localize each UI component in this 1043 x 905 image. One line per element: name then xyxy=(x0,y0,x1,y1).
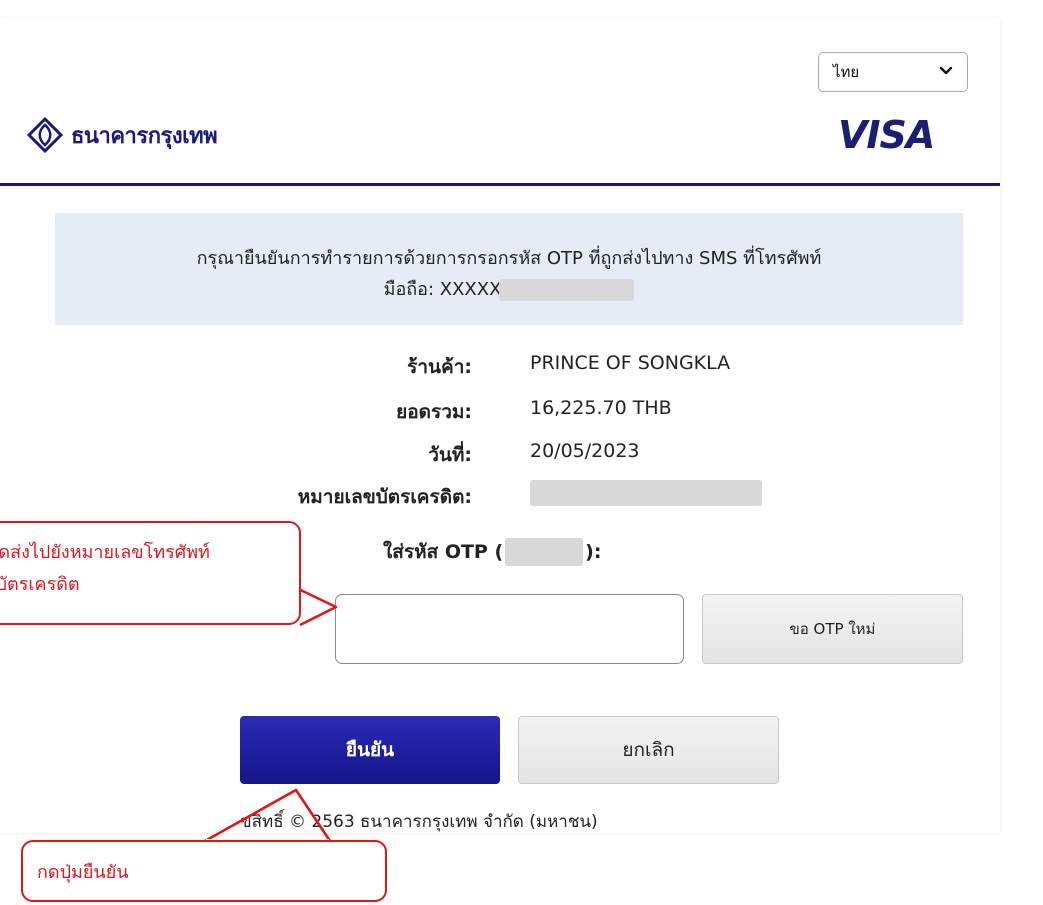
masked-phone-number: มือถือ: XXXXX xyxy=(383,279,502,300)
confirm-button[interactable]: ยืนยัน xyxy=(240,716,500,784)
detail-label: วันที่: xyxy=(428,444,472,466)
copyright-footer: ขสิทธิ์ © 2563 ธนาคารกรุงเทพ จำกัด (มหาช… xyxy=(240,812,598,832)
annotation-confirm-callout: กดปุ่มยืนยัน xyxy=(21,840,387,902)
redacted-phone-digits xyxy=(499,279,635,301)
notice-line-1: กรุณายืนยันการทำรายการด้วยการกรอกรหัส OT… xyxy=(196,248,822,269)
request-new-otp-button[interactable]: ขอ OTP ใหม่ xyxy=(702,594,963,664)
detail-value: 16,225.70 THB xyxy=(530,397,672,419)
annotation-otp-line-1: ที่จัดส่งไปยังหมายเลขโทรศัพท์ xyxy=(0,542,210,563)
language-select-value: ไทย xyxy=(833,63,860,81)
annotation-otp-line-2: องบัตรเครดิต xyxy=(0,574,80,595)
detail-label: ร้านค้า: xyxy=(407,356,472,378)
cancel-button[interactable]: ยกเลิก xyxy=(518,716,779,784)
otp-input[interactable] xyxy=(335,594,684,664)
otp-notice-box: กรุณายืนยันการทำรายการด้วยการกรอกรหัส OT… xyxy=(55,213,963,325)
visa-logo: VISA xyxy=(838,113,935,157)
otp-label-prefix: ใส่รหัส OTP ( xyxy=(383,541,504,563)
notice-line-2: มือถือ: XXXXX xyxy=(55,274,963,305)
bbl-lotus-icon xyxy=(26,117,64,153)
detail-value: 20/05/2023 xyxy=(530,440,640,462)
language-select[interactable]: ไทย xyxy=(818,52,968,92)
annotation-otp-callout: ที่จัดส่งไปยังหมายเลขโทรศัพท์ องบัตรเครด… xyxy=(0,521,301,625)
redacted-otp-reference xyxy=(505,538,584,566)
detail-label: หมายเลขบัตรเครดิต: xyxy=(297,486,472,508)
annotation-confirm-text: กดปุ่มยืนยัน xyxy=(37,861,129,883)
otp-label-suffix: ): xyxy=(585,541,602,563)
chevron-down-icon xyxy=(939,66,953,75)
bank-logo-text: ธนาคารกรุงเทพ xyxy=(71,123,218,149)
bank-logo: ธนาคารกรุงเทพ xyxy=(25,117,218,153)
detail-value: PRINCE OF SONGKLA xyxy=(530,352,731,374)
otp-label: ใส่รหัส OTP ( ): xyxy=(383,537,601,567)
header-divider xyxy=(0,183,1000,186)
redacted-card-number xyxy=(530,480,762,506)
detail-label: ยอดรวม: xyxy=(396,401,472,423)
